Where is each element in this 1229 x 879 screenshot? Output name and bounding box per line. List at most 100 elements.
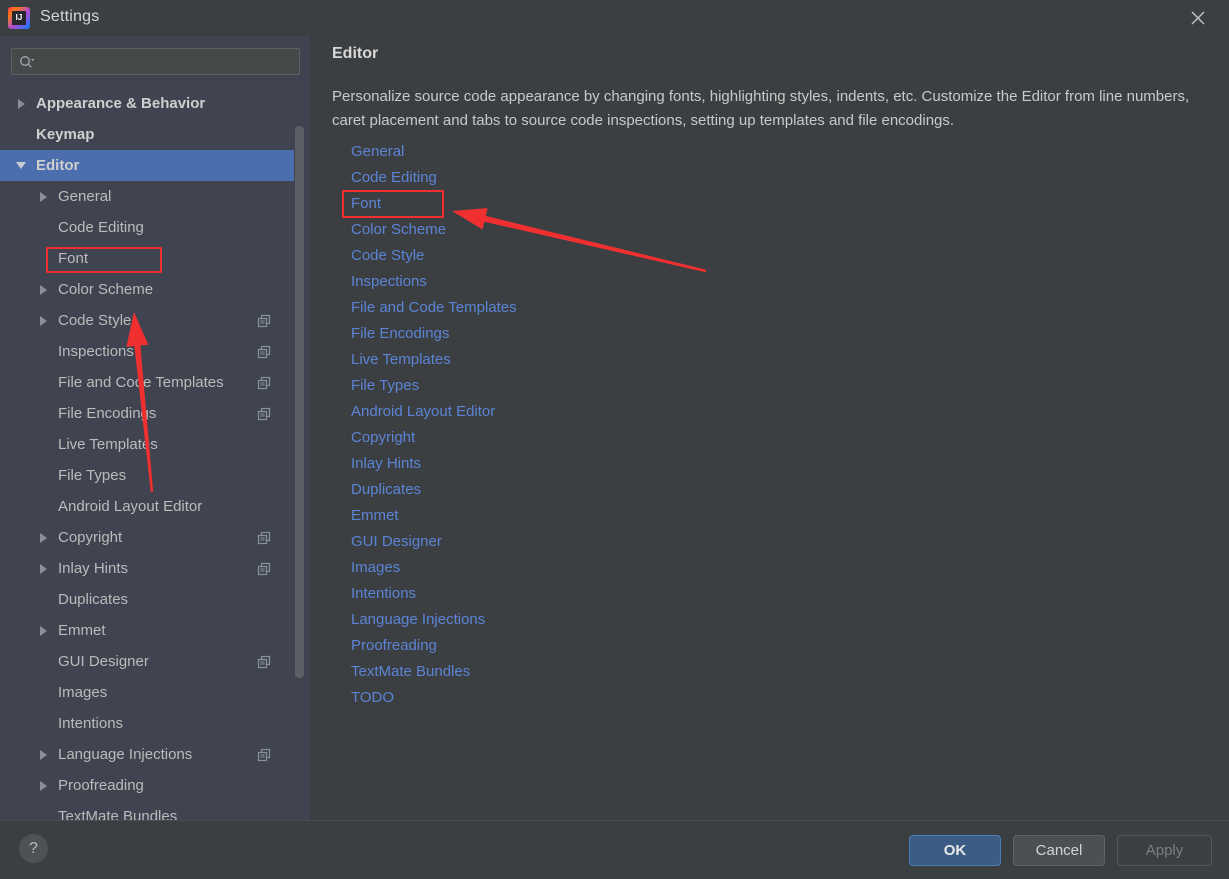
sidebar-item-intentions[interactable]: Intentions (0, 708, 294, 739)
sidebar-item-label: Language Injections (58, 746, 193, 763)
link-inlay-hints[interactable]: Inlay Hints (351, 451, 421, 477)
link-gui-designer[interactable]: GUI Designer (351, 529, 442, 555)
chevron-right-icon[interactable] (36, 624, 50, 638)
chevron-right-icon[interactable] (36, 779, 50, 793)
copy-settings-icon[interactable] (257, 531, 271, 545)
copy-settings-icon[interactable] (257, 562, 271, 576)
sidebar-item-appearance-behavior[interactable]: Appearance & Behavior (0, 88, 294, 119)
link-file-types[interactable]: File Types (351, 373, 419, 399)
page-title: Editor (332, 45, 379, 62)
sidebar-item-label: Inlay Hints (58, 560, 129, 577)
chevron-right-icon[interactable] (36, 283, 50, 297)
sidebar-item-gui-designer[interactable]: GUI Designer (0, 646, 294, 677)
settings-sidebar: Appearance & Behavior Keymap Editor General… (0, 36, 310, 820)
sidebar-item-general[interactable]: General (0, 181, 294, 212)
sidebar-item-live-templates[interactable]: Live Templates (0, 429, 294, 460)
chevron-right-icon[interactable] (36, 531, 50, 545)
sidebar-item-inspections[interactable]: Inspections (0, 336, 294, 367)
copy-settings-icon[interactable] (257, 748, 271, 762)
sidebar-item-label: Live Templates (58, 436, 158, 453)
chevron-right-icon[interactable] (36, 562, 50, 576)
editor-subsection-links: General Code Editing Font Color Scheme Code … (342, 139, 951, 711)
sidebar-item-editor[interactable]: Editor (0, 150, 294, 181)
apply-button[interactable]: Apply (1117, 835, 1212, 866)
link-file-encodings[interactable]: File Encodings (351, 321, 449, 347)
sidebar-item-label: GUI Designer (58, 653, 149, 670)
settings-tree: Appearance & Behavior Keymap Editor General… (0, 88, 310, 820)
copy-settings-icon[interactable] (257, 407, 271, 421)
copy-settings-icon[interactable] (257, 345, 271, 359)
sidebar-item-color-scheme[interactable]: Color Scheme (0, 274, 294, 305)
sidebar-item-label: Emmet (58, 622, 106, 639)
sidebar-item-android-layout-editor[interactable]: Android Layout Editor (0, 491, 294, 522)
sidebar-item-duplicates[interactable]: Duplicates (0, 584, 294, 615)
sidebar-scrollbar-track[interactable] (295, 88, 307, 820)
close-icon[interactable] (1175, 4, 1221, 32)
search-input[interactable] (35, 54, 299, 69)
chevron-right-icon[interactable] (36, 314, 50, 328)
link-live-templates[interactable]: Live Templates (351, 347, 451, 373)
chevron-right-icon[interactable] (14, 97, 28, 111)
sidebar-item-label: Keymap (36, 126, 95, 143)
link-duplicates[interactable]: Duplicates (351, 477, 421, 503)
sidebar-item-font[interactable]: Font (0, 243, 294, 274)
link-code-editing[interactable]: Code Editing (351, 165, 437, 191)
help-button[interactable]: ? (19, 834, 48, 863)
copy-settings-icon[interactable] (257, 376, 271, 390)
sidebar-item-label: Code Style (58, 312, 132, 329)
link-code-style[interactable]: Code Style (351, 243, 424, 269)
link-copyright[interactable]: Copyright (351, 425, 415, 451)
sidebar-item-file-encodings[interactable]: File Encodings (0, 398, 294, 429)
link-inspections[interactable]: Inspections (351, 269, 427, 295)
chevron-down-icon[interactable] (14, 159, 28, 173)
sidebar-item-label: Proofreading (58, 777, 144, 794)
link-emmet[interactable]: Emmet (351, 503, 399, 529)
sidebar-scrollbar-thumb[interactable] (295, 126, 304, 678)
sidebar-item-textmate-bundles[interactable]: TextMate Bundles (0, 801, 294, 820)
sidebar-item-proofreading[interactable]: Proofreading (0, 770, 294, 801)
link-general[interactable]: General (351, 139, 404, 165)
link-language-injections[interactable]: Language Injections (351, 607, 485, 633)
intellij-idea-logo-icon (8, 7, 30, 29)
sidebar-item-label: TextMate Bundles (58, 808, 178, 820)
link-android-layout-editor[interactable]: Android Layout Editor (351, 399, 495, 425)
sidebar-item-file-and-code-templates[interactable]: File and Code Templates (0, 367, 294, 398)
sidebar-item-label: File Encodings (58, 405, 157, 422)
cancel-button[interactable]: Cancel (1013, 835, 1105, 866)
sidebar-item-inlay-hints[interactable]: Inlay Hints (0, 553, 294, 584)
copy-settings-icon[interactable] (257, 655, 271, 669)
search-icon (19, 55, 35, 69)
copy-settings-icon[interactable] (257, 314, 271, 328)
link-font[interactable]: Font (351, 191, 381, 217)
sidebar-item-label: Images (58, 684, 108, 701)
sidebar-item-label: Copyright (58, 529, 123, 546)
link-textmate-bundles[interactable]: TextMate Bundles (351, 659, 470, 685)
search-box[interactable] (11, 48, 300, 75)
link-proofreading[interactable]: Proofreading (351, 633, 437, 659)
sidebar-item-label: Code Editing (58, 219, 144, 236)
ok-button[interactable]: OK (909, 835, 1001, 866)
sidebar-item-label: Color Scheme (58, 281, 154, 298)
sidebar-item-label: Android Layout Editor (58, 498, 203, 515)
sidebar-item-file-types[interactable]: File Types (0, 460, 294, 491)
sidebar-item-language-injections[interactable]: Language Injections (0, 739, 294, 770)
link-todo[interactable]: TODO (351, 685, 394, 711)
sidebar-item-code-style[interactable]: Code Style (0, 305, 294, 336)
sidebar-item-code-editing[interactable]: Code Editing (0, 212, 294, 243)
sidebar-item-copyright[interactable]: Copyright (0, 522, 294, 553)
sidebar-item-keymap[interactable]: Keymap (0, 119, 294, 150)
sidebar-item-label: Editor (36, 157, 80, 174)
link-file-and-code-templates[interactable]: File and Code Templates (351, 295, 517, 321)
settings-dialog: Settings Appearance & Behavior Keymap Edit… (0, 0, 1229, 879)
sidebar-item-emmet[interactable]: Emmet (0, 615, 294, 646)
link-intentions[interactable]: Intentions (351, 581, 416, 607)
link-color-scheme[interactable]: Color Scheme (351, 217, 446, 243)
chevron-right-icon[interactable] (36, 190, 50, 204)
sidebar-item-label: Font (58, 250, 89, 267)
chevron-right-icon[interactable] (36, 748, 50, 762)
link-images[interactable]: Images (351, 555, 400, 581)
sidebar-item-label: Appearance & Behavior (36, 95, 206, 112)
sidebar-item-images[interactable]: Images (0, 677, 294, 708)
sidebar-item-label: Intentions (58, 715, 124, 732)
window-title: Settings (40, 8, 100, 25)
